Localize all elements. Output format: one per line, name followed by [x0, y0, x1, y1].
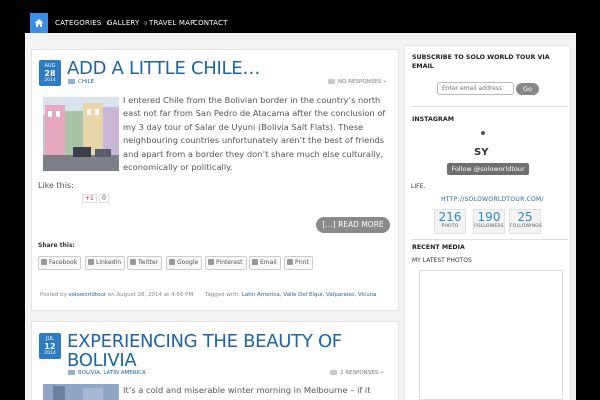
like-this-label: Like this: [38, 181, 74, 190]
stat-followings: 25 FOLLOWINGS [509, 209, 542, 234]
subscribe-heading: SUBSCRIBE TO SOLO WORLD TOUR VIA EMAIL [412, 54, 550, 70]
folder-icon [68, 370, 75, 375]
home-icon [34, 19, 44, 27]
post-excerpt: I entered Chile from the Bolivian border… [123, 95, 386, 173]
top-navigation: CATEGORIES ∨ GALLERY ∨ TRAVEL MAP CONTACT [0, 0, 600, 34]
post-comments-link[interactable]: NO RESPONSES » [328, 79, 386, 85]
share-pinterest-button[interactable]: Pinterest [205, 256, 247, 270]
recent-media-heading: RECENT MEDIA [412, 244, 465, 251]
comment-icon [328, 79, 335, 84]
home-button[interactable] [30, 13, 48, 33]
post-category[interactable]: CHILE [68, 79, 94, 85]
share-google-button[interactable]: Google [166, 256, 203, 270]
email-icon [252, 259, 258, 265]
twitter-icon [130, 259, 136, 265]
date-badge: AUG 28 2014 [39, 60, 61, 86]
post-title[interactable]: ADD A LITTLE CHILE… [67, 58, 260, 79]
stat-photos: 216 PHOTO [434, 209, 466, 234]
subscribe-go-button[interactable]: Go [516, 83, 539, 95]
latest-photos-label: MY LATEST PHOTOS [412, 257, 472, 264]
linkedin-icon [88, 259, 94, 265]
chevron-down-icon: ∨ [143, 20, 149, 27]
divider [411, 239, 568, 240]
instagram-website-link[interactable]: HTTP://SOLOWORLDTOUR.COM/ [441, 196, 544, 203]
print-icon [287, 259, 293, 265]
nav-item-contact[interactable]: CONTACT [193, 19, 228, 27]
nav-item-travel-map[interactable]: TRAVEL MAP [149, 19, 195, 27]
instagram-heading: INSTAGRAM [412, 116, 454, 123]
comment-icon [330, 370, 337, 375]
instagram-name: SY [474, 147, 489, 158]
share-twitter-button[interactable]: Twitter [127, 256, 163, 270]
divider [411, 106, 568, 107]
post-card [31, 49, 399, 311]
posted-by: Posted by soloworldtour on August 28, 20… [40, 292, 194, 298]
gplus-button[interactable]: +1 [82, 194, 97, 203]
share-heading: Share this: [38, 242, 75, 249]
post-tags: Tagged with: Latin America, Valle Del El… [205, 292, 377, 298]
share-facebook-button[interactable]: Facebook [38, 256, 82, 270]
instagram-avatar [481, 131, 485, 135]
post-thumbnail[interactable] [43, 384, 119, 400]
email-field[interactable] [437, 82, 514, 95]
share-linkedin-button[interactable]: LinkedIn [85, 256, 126, 270]
post-comments-link[interactable]: 2 RESPONSES » [330, 370, 383, 376]
folder-icon [68, 79, 75, 84]
recent-media-box [419, 270, 563, 400]
nav-item-categories[interactable]: CATEGORIES ∨ [55, 19, 110, 27]
instagram-bio: LIFE. [411, 183, 426, 190]
stat-followers: 190 FOLLOWERS [473, 209, 505, 234]
read-more-button[interactable]: […] READ MORE [316, 217, 390, 233]
tag-links[interactable]: Latin America, Valle Del Elqui, Valparai… [242, 292, 377, 298]
instagram-follow-button[interactable]: Follow @soloworldtour [447, 163, 529, 175]
date-badge: JUL 12 2014 [39, 333, 61, 359]
google-plus-icon [169, 259, 175, 265]
facebook-icon [41, 259, 47, 265]
share-print-button[interactable]: Print [284, 256, 313, 270]
share-email-button[interactable]: Email [249, 256, 281, 270]
post-excerpt: It’s a cold and miserable winter morning… [123, 385, 371, 400]
post-category[interactable]: BOLIVIA, LATIN AMERICA [68, 370, 146, 376]
gplus-count: 0 [99, 194, 109, 203]
pinterest-icon [208, 259, 214, 265]
nav-item-gallery[interactable]: GALLERY ∨ [107, 19, 148, 27]
post-thumbnail[interactable] [43, 97, 119, 171]
post-title[interactable]: EXPERIENCING THE BEAUTY OF BOLIVIA [67, 332, 342, 370]
author-link[interactable]: soloworldtour [69, 292, 107, 298]
